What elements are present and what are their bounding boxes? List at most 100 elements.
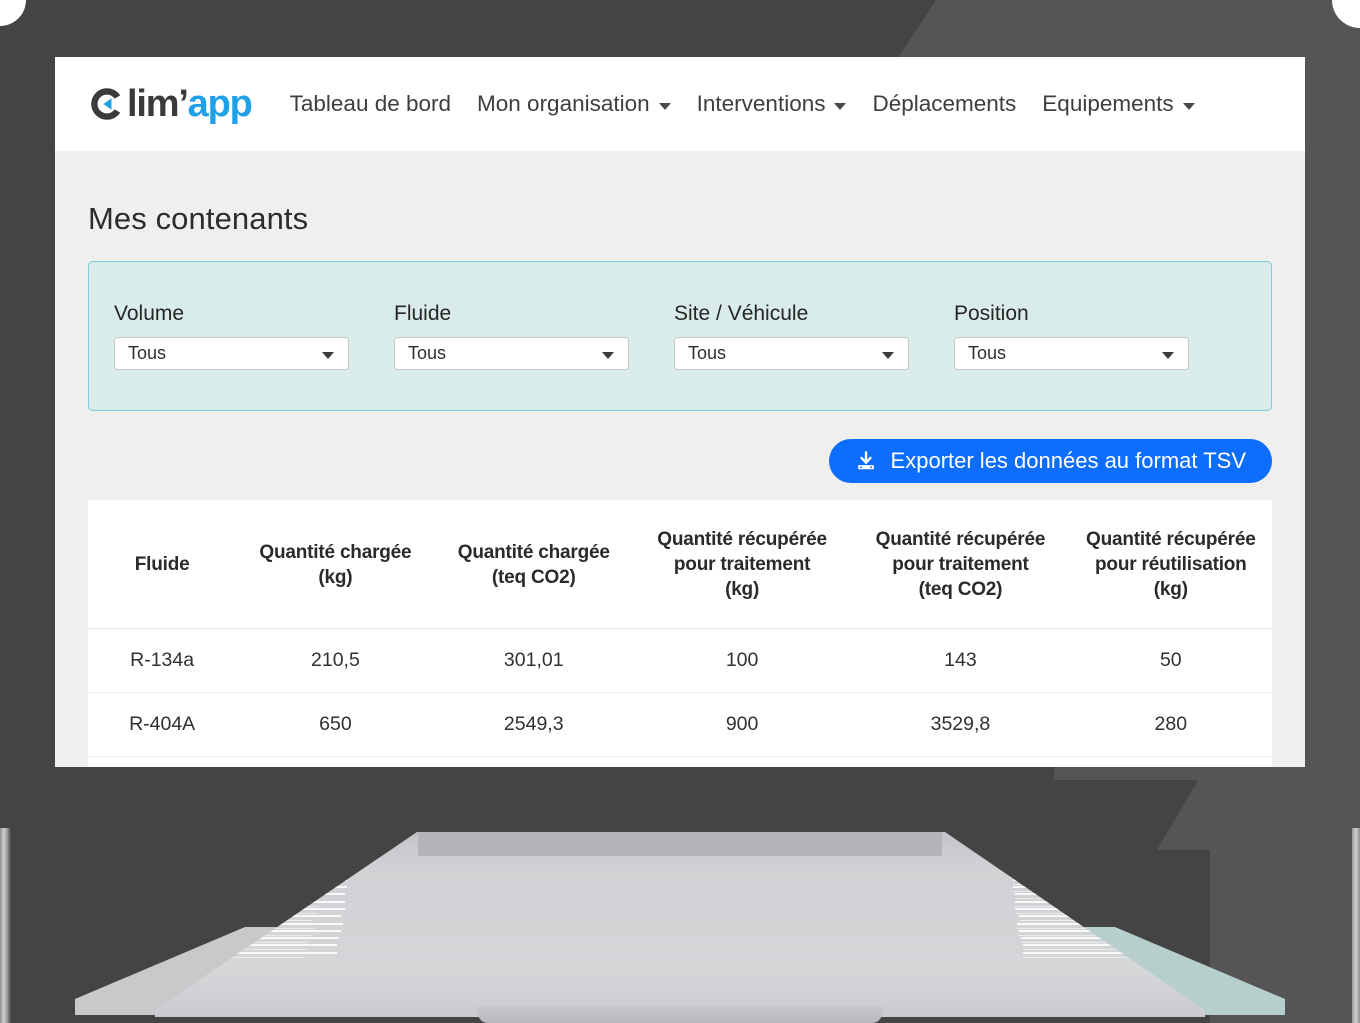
filter-select-0[interactable]: Tous (114, 337, 349, 370)
browser-viewport: lim ’ app Tableau de bord Mon organisatio… (55, 57, 1305, 767)
glare-streak (1007, 861, 1103, 862)
top-navbar: lim ’ app Tableau de bord Mon organisatio… (55, 57, 1305, 151)
glare-streak (1013, 886, 1143, 889)
chevron-down-icon (658, 102, 671, 110)
glare-streak (229, 864, 349, 867)
filter-select-3[interactable]: Tous (954, 337, 1189, 370)
glare-streak (233, 861, 329, 862)
export-tsv-button[interactable]: Exporter les données au format TSV (828, 439, 1272, 483)
glare-streak (1009, 876, 1110, 878)
chevron-down-icon (834, 102, 847, 110)
glare-streak (233, 856, 353, 858)
glare-streak (225, 871, 351, 874)
logo-apostrophe: ’ (178, 82, 189, 125)
glare-streak (229, 869, 325, 871)
glare-streak (1009, 871, 1135, 874)
glare-streak (1011, 864, 1131, 867)
cell-recup-trait-kg: 100 (632, 628, 852, 694)
containers-table: Fluide Quantité chargée (kg) Quantité charg… (88, 500, 1272, 767)
nav-item-label: Equipements (1042, 91, 1174, 116)
filter-select-2[interactable]: Tous (674, 337, 909, 370)
cell-charge-co2: 301,01 (434, 628, 633, 694)
table-column-header-0: Fluide (88, 500, 237, 630)
cell-recup-trait-kg: 0 (633, 757, 851, 767)
laptop-base (0, 760, 1360, 1023)
table-row[interactable]: R-448A9471313.4900140 (88, 757, 1272, 767)
nav-item-0[interactable]: Tableau de bord (290, 91, 451, 117)
chevron-down-icon (1162, 352, 1174, 359)
cell-charge-kg: 947 (236, 757, 434, 767)
glare-streak (1007, 856, 1127, 858)
filter-group-1: Fluide Tous (394, 302, 674, 370)
filter-select-value: Tous (968, 343, 1007, 363)
glare-streak (1013, 878, 1139, 881)
nav-item-label: Mon organisation (477, 91, 650, 116)
glare-streak (221, 878, 347, 881)
c-arrow-logo-icon (88, 85, 126, 123)
table-header-row: Fluide Quantité chargée (kg) Quantité charg… (88, 500, 1272, 630)
table-body: R-134a 210,5 301,01 100 143 50 R-404A 650 2549,3… (88, 628, 1272, 767)
cell-fluide: R-134a (88, 628, 237, 694)
glare-streak (213, 898, 319, 900)
cell-fluide: R-404A (88, 692, 237, 758)
filter-label: Volume (114, 302, 185, 325)
base-deck (155, 832, 1205, 1017)
containers-table-wrapper: Fluide Quantité chargée (kg) Quantité charg… (88, 500, 1272, 767)
chevron-down-icon (602, 352, 614, 359)
nav-item-1[interactable]: Mon organisation (477, 91, 671, 117)
base-front-plate (478, 1006, 882, 1023)
table-row[interactable]: R-404A 650 2549,3 900 3529,8 280 (88, 692, 1272, 758)
filter-select-value: Tous (408, 343, 447, 363)
nav-item-label: Interventions (696, 91, 826, 116)
cell-recup-reutil-kg: 280 (1069, 692, 1272, 758)
glare-streak (209, 905, 318, 907)
export-button-label: Exporter les données au format TSV (890, 448, 1246, 473)
filter-label: Site / Véhicule (674, 302, 809, 325)
glare-streak (221, 883, 322, 885)
cell-fluide: R-448A (88, 757, 236, 767)
glare-streak (217, 891, 321, 893)
base-hinge-shade (418, 832, 942, 856)
export-row: Exporter les données au format TSV (88, 439, 1272, 483)
logo-text-dark: lim (127, 82, 180, 125)
table-column-header-5: Quantité récupérée pour réutilisation (kg) (1069, 500, 1272, 630)
filter-label: Fluide (394, 302, 452, 325)
table-row[interactable]: R-134a 210,5 301,01 100 143 50 (88, 628, 1272, 694)
page-content: Mes contenants Volume Tous Fluide Tous Site … (55, 201, 1305, 767)
cell-charge-kg: 210,5 (236, 628, 435, 694)
chevron-down-icon (322, 352, 334, 359)
cell-recup-reutil-kg: 140 (1070, 757, 1272, 767)
download-icon (855, 450, 877, 472)
filter-select-value: Tous (128, 343, 167, 363)
nav-item-label: Déplacements (872, 91, 1017, 116)
cell-recup-trait-co2: 143 (851, 628, 1070, 694)
nav-item-3[interactable]: Déplacements (872, 91, 1016, 117)
cell-charge-co2: 2549,3 (434, 692, 633, 758)
cell-recup-trait-kg: 900 (632, 692, 852, 758)
glare-streak (1011, 869, 1107, 871)
table-column-header-3: Quantité récupérée pour traitement (kg) (632, 500, 852, 630)
logo-text-blue: app (187, 82, 253, 125)
cell-charge-kg: 650 (236, 692, 435, 758)
filter-label: Position (954, 302, 1029, 325)
table-column-header-4: Quantité récupérée pour traitement (teq CO… (851, 500, 1070, 630)
nav-item-2[interactable]: Interventions (697, 91, 847, 117)
table-column-header-2: Quantité chargée (teq CO2) (434, 500, 633, 630)
nav-item-label: Tableau de bord (289, 91, 452, 116)
filter-select-1[interactable]: Tous (394, 337, 629, 370)
cell-recup-trait-co2: 3529,8 (851, 692, 1070, 758)
glare-streak (217, 886, 347, 889)
chevron-down-icon (882, 352, 894, 359)
cell-charge-co2: 1313.49 (435, 757, 633, 767)
page-title: Mes contenants (88, 201, 309, 236)
glare-streak (225, 876, 326, 878)
table-header: Fluide Quantité chargée (kg) Quantité charg… (88, 500, 1272, 630)
filter-panel: Volume Tous Fluide Tous Site / Véhicule Tous P… (88, 261, 1272, 411)
app-logo[interactable]: lim ’ app (88, 82, 253, 126)
chevron-down-icon (1182, 102, 1195, 110)
cell-recup-trait-co2: 0 (851, 757, 1069, 767)
filter-select-value: Tous (688, 343, 727, 363)
nav-item-4[interactable]: Equipements (1042, 91, 1195, 117)
filter-group-0: Volume Tous (114, 302, 394, 370)
filter-group-3: Position Tous (954, 302, 1234, 370)
